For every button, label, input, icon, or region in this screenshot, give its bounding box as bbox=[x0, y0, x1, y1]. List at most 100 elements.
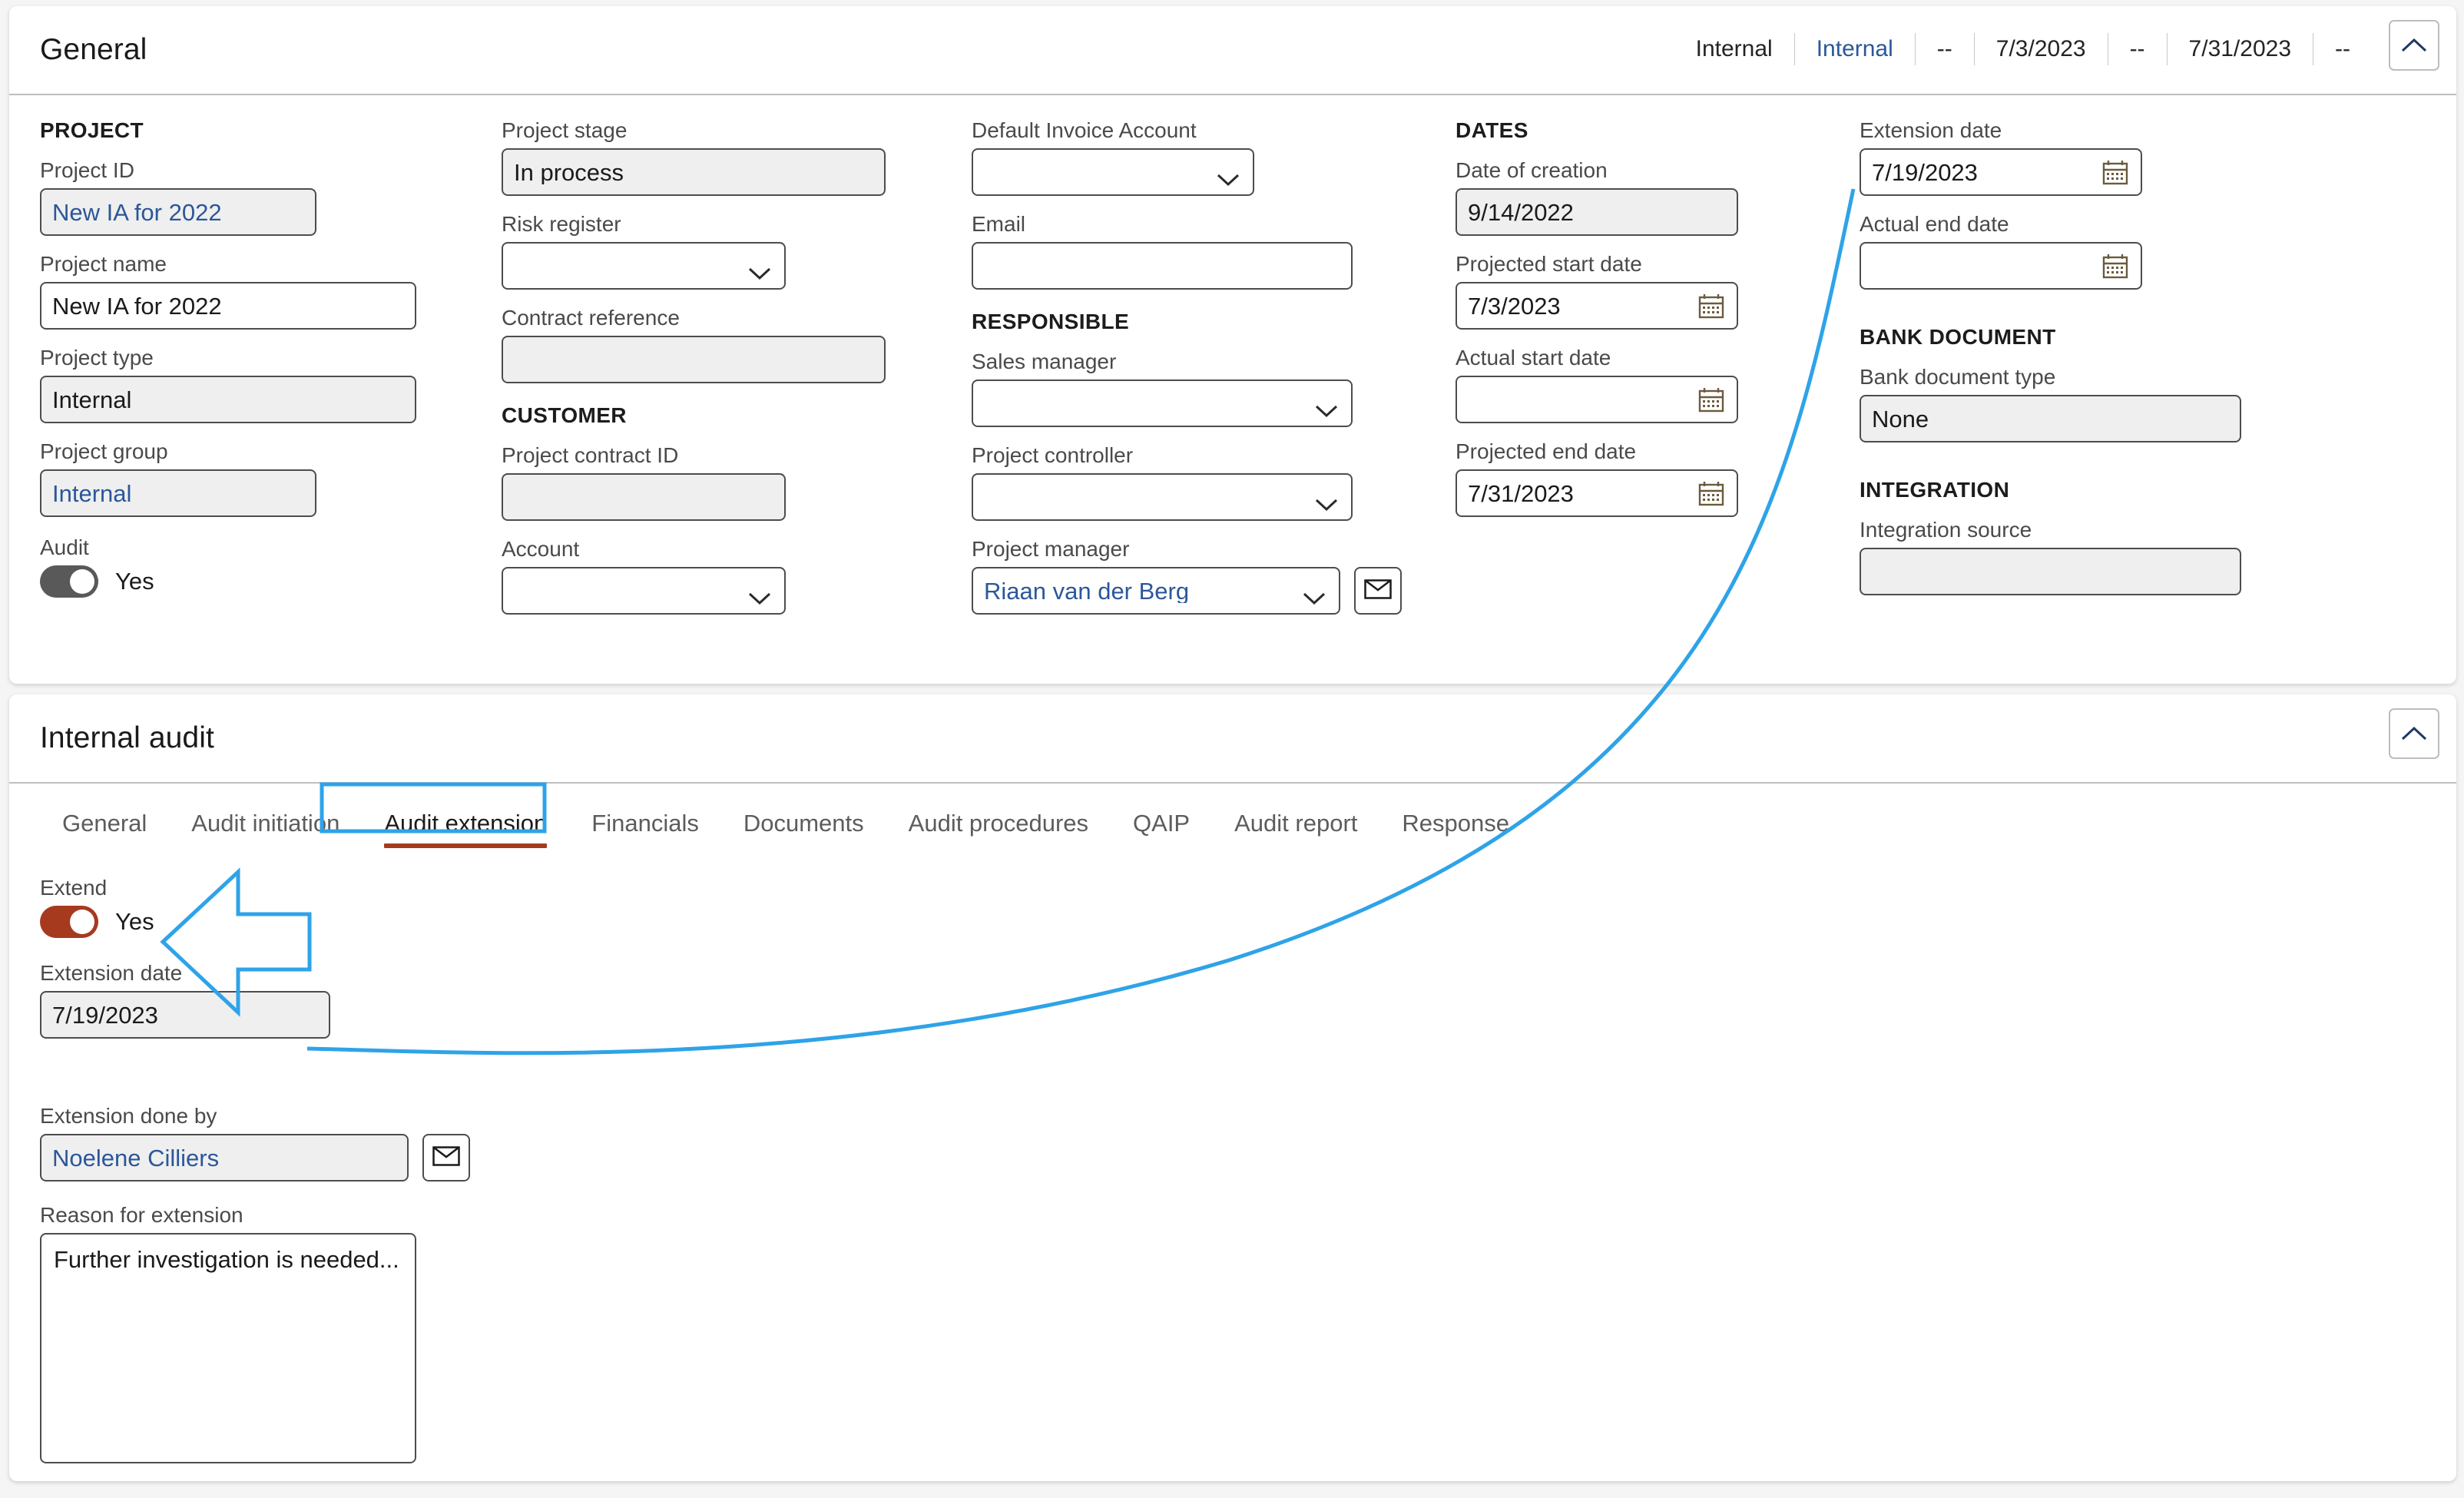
chevron-up-icon bbox=[2401, 726, 2427, 741]
bank-document-type-value: None bbox=[1872, 406, 1929, 431]
chevron-down-icon[interactable] bbox=[1314, 490, 1339, 512]
project-type-input[interactable]: Internal bbox=[40, 376, 416, 423]
extend-toggle-row[interactable]: Yes bbox=[40, 906, 470, 938]
project-manager-select[interactable]: Riaan van der Berg bbox=[972, 567, 1340, 615]
project-controller-label: Project controller bbox=[972, 443, 1134, 467]
audit-toggle[interactable] bbox=[40, 565, 98, 598]
tab-audit-extension[interactable]: Audit extension bbox=[362, 810, 569, 854]
integration-source-label: Integration source bbox=[1860, 518, 2032, 542]
calendar-icon[interactable] bbox=[2102, 159, 2128, 185]
actual-end-date-input[interactable] bbox=[1860, 242, 2142, 290]
date-of-creation-value: 9/14/2022 bbox=[1468, 200, 1574, 224]
integration-group-heading: INTEGRATION bbox=[1860, 478, 2010, 502]
reason-for-extension-label: Reason for extension bbox=[40, 1203, 243, 1227]
dates-group-heading: DATES bbox=[1456, 118, 1528, 142]
project-manager-email-button[interactable] bbox=[1354, 567, 1402, 615]
tab-financials[interactable]: Financials bbox=[569, 810, 721, 854]
audit-label: Audit bbox=[40, 535, 89, 559]
calendar-icon[interactable] bbox=[1698, 480, 1724, 506]
integration-source-input[interactable] bbox=[1860, 548, 2241, 595]
chevron-down-icon[interactable] bbox=[747, 259, 772, 280]
contract-reference-label: Contract reference bbox=[502, 306, 680, 330]
sales-manager-select[interactable] bbox=[972, 379, 1353, 427]
tab-documents[interactable]: Documents bbox=[721, 810, 886, 854]
summary-value-5: -- bbox=[2129, 36, 2145, 61]
field-projected-start-date: Projected start date 7/3/2023 bbox=[1456, 252, 1778, 330]
project-group-label: Project group bbox=[40, 439, 168, 463]
extension-date-input[interactable]: 7/19/2023 bbox=[1860, 148, 2142, 196]
internal-audit-card-header: Internal audit bbox=[9, 694, 2456, 784]
audit-extension-date-input[interactable]: 7/19/2023 bbox=[40, 991, 330, 1039]
envelope-icon bbox=[1364, 578, 1392, 603]
reason-for-extension-value: Further investigation is needed... bbox=[54, 1246, 399, 1273]
field-risk-register: Risk register bbox=[502, 212, 901, 290]
extension-done-by-email-button[interactable] bbox=[422, 1134, 470, 1181]
chevron-down-icon[interactable] bbox=[1302, 584, 1326, 605]
audit-extension-column: Extend Yes Extension date 7/19/2023 Exte… bbox=[40, 876, 470, 1480]
dates-column: DATES Date of creation 9/14/2022 Project… bbox=[1456, 118, 1778, 533]
tab-general[interactable]: General bbox=[40, 810, 169, 854]
bank-document-type-label: Bank document type bbox=[1860, 365, 2056, 389]
calendar-icon[interactable] bbox=[2102, 253, 2128, 279]
project-type-value: Internal bbox=[52, 387, 132, 412]
calendar-icon[interactable] bbox=[1698, 293, 1724, 319]
chevron-down-icon[interactable] bbox=[1216, 165, 1240, 187]
summary-value-3: -- bbox=[1936, 36, 1952, 61]
tab-qaip[interactable]: QAIP bbox=[1111, 810, 1212, 854]
extend-toggle[interactable] bbox=[40, 906, 98, 938]
calendar-icon[interactable] bbox=[1698, 386, 1724, 413]
tab-audit-initiation[interactable]: Audit initiation bbox=[169, 810, 362, 854]
project-id-input[interactable]: New IA for 2022 bbox=[40, 188, 316, 236]
field-project-stage: Project stage In process bbox=[502, 118, 901, 196]
risk-register-select[interactable] bbox=[502, 242, 786, 290]
project-stage-input[interactable]: In process bbox=[502, 148, 886, 196]
responsible-group-heading: RESPONSIBLE bbox=[972, 310, 1130, 333]
field-default-invoice-account: Default Invoice Account bbox=[972, 118, 1402, 196]
chevron-down-icon[interactable] bbox=[747, 584, 772, 605]
project-group-heading: PROJECT bbox=[40, 118, 144, 142]
project-stage-value: In process bbox=[514, 160, 624, 184]
audit-toggle-row[interactable]: Yes bbox=[40, 565, 424, 598]
bank-document-type-input[interactable]: None bbox=[1860, 395, 2241, 442]
extend-label: Extend bbox=[40, 876, 108, 900]
chevron-down-icon[interactable] bbox=[1314, 396, 1339, 418]
date-of-creation-input[interactable]: 9/14/2022 bbox=[1456, 188, 1738, 236]
field-extension-done-by: Extension done by Noelene Cilliers bbox=[40, 1104, 470, 1181]
tab-response[interactable]: Response bbox=[1379, 810, 1532, 854]
email-label: Email bbox=[972, 212, 1026, 236]
project-group-input[interactable]: Internal bbox=[40, 469, 316, 517]
reason-for-extension-textarea[interactable]: Further investigation is needed... bbox=[40, 1233, 416, 1463]
app-page: General Internal Internal -- 7/3/2023 --… bbox=[0, 0, 2464, 1498]
contract-reference-input[interactable] bbox=[502, 336, 886, 383]
project-name-input[interactable]: New IA for 2022 bbox=[40, 282, 416, 330]
account-select[interactable] bbox=[502, 567, 786, 615]
summary-value-7: -- bbox=[2335, 36, 2350, 61]
extension-done-by-input[interactable]: Noelene Cilliers bbox=[40, 1134, 409, 1181]
field-actual-start-date: Actual start date bbox=[1456, 346, 1778, 423]
audit-toggle-value: Yes bbox=[115, 568, 154, 595]
field-actual-end-date: Actual end date bbox=[1860, 212, 2259, 290]
project-stage-label: Project stage bbox=[502, 118, 628, 142]
email-input[interactable] bbox=[972, 242, 1353, 290]
tab-audit-procedures[interactable]: Audit procedures bbox=[886, 810, 1111, 854]
internal-audit-tabstrip: General Audit initiation Audit extension… bbox=[9, 784, 2456, 854]
field-extend-toggle: Extend Yes bbox=[40, 876, 470, 938]
extension-done-by-value: Noelene Cilliers bbox=[52, 1145, 220, 1170]
project-contract-id-input[interactable] bbox=[502, 473, 786, 521]
stage-customer-column: Project stage In process Risk register C… bbox=[502, 118, 901, 631]
project-controller-select[interactable] bbox=[972, 473, 1353, 521]
tab-audit-report[interactable]: Audit report bbox=[1212, 810, 1379, 854]
projected-end-date-input[interactable]: 7/31/2023 bbox=[1456, 469, 1738, 517]
general-collapse-button[interactable] bbox=[2389, 20, 2439, 71]
default-invoice-account-label: Default Invoice Account bbox=[972, 118, 1197, 142]
field-contract-reference: Contract reference bbox=[502, 306, 901, 383]
project-column: PROJECT Project ID New IA for 2022 Proje… bbox=[40, 118, 424, 614]
summary-project-group[interactable]: Internal bbox=[1795, 36, 1915, 62]
projected-start-date-input[interactable]: 7/3/2023 bbox=[1456, 282, 1738, 330]
field-project-group: Project group Internal bbox=[40, 439, 424, 517]
default-invoice-account-select[interactable] bbox=[972, 148, 1254, 196]
actual-start-date-input[interactable] bbox=[1456, 376, 1738, 423]
field-account: Account bbox=[502, 537, 901, 615]
general-header-summary: Internal Internal -- 7/3/2023 -- 7/31/20… bbox=[1674, 6, 2372, 92]
internal-audit-collapse-button[interactable] bbox=[2389, 708, 2439, 759]
